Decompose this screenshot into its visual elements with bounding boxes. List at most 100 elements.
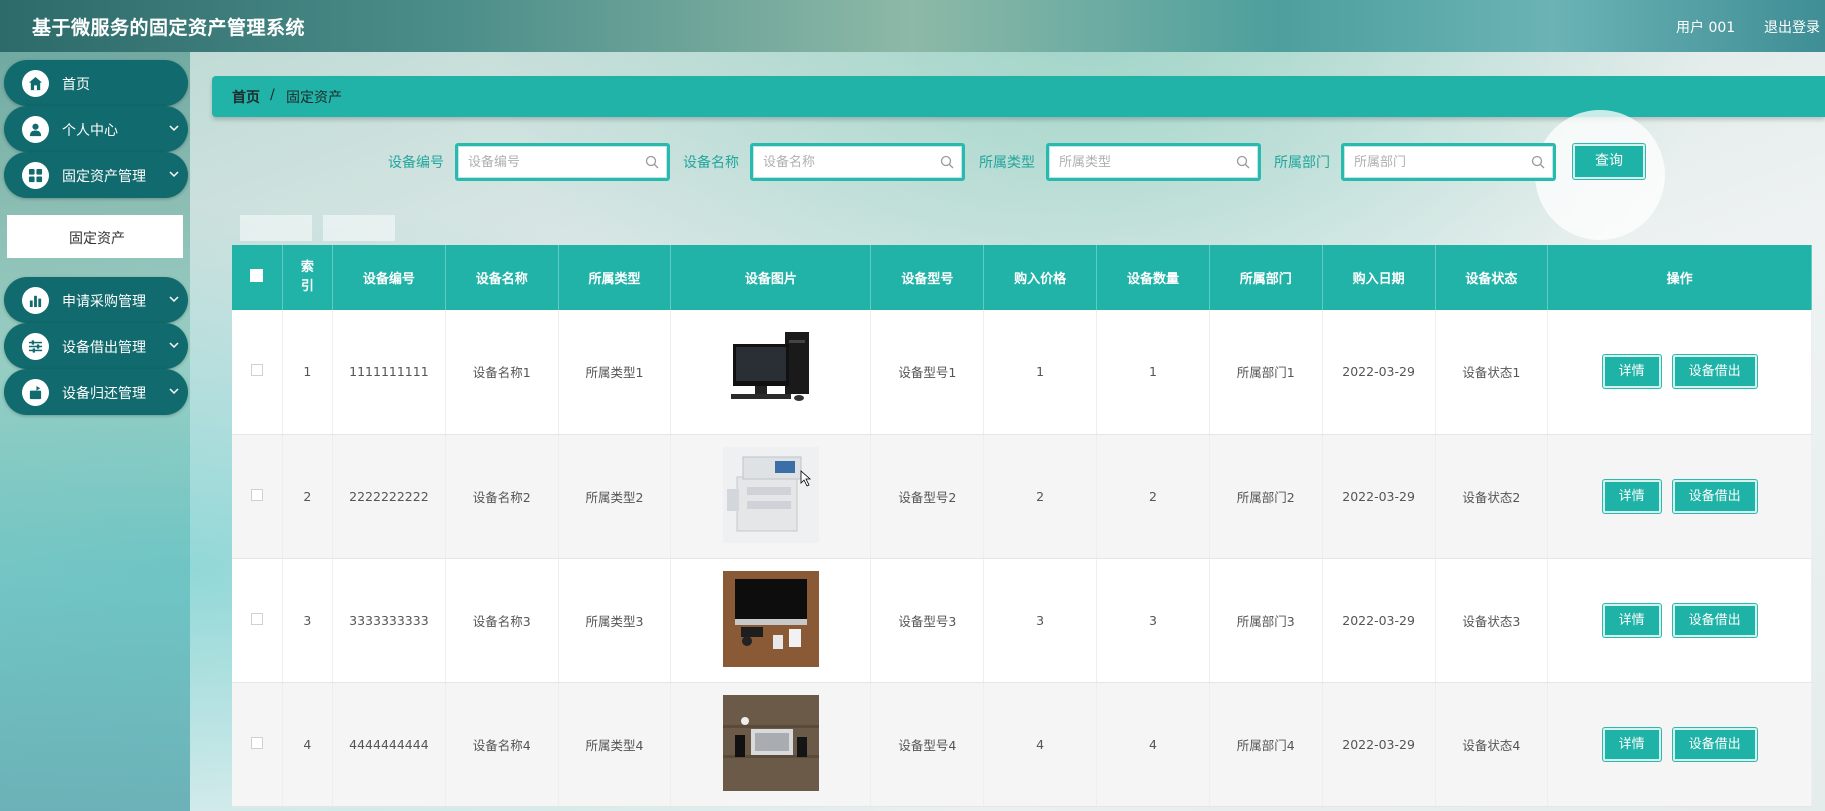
- sliders-icon: [22, 333, 49, 360]
- copier-machine-image: [722, 446, 819, 543]
- bar-chart-icon: [22, 287, 49, 314]
- cell-image: [670, 434, 872, 559]
- breadcrumb-home[interactable]: 首页: [232, 87, 260, 107]
- cell-index: 2: [282, 434, 334, 559]
- logout-link[interactable]: 退出登录: [1764, 17, 1820, 37]
- decorative-block: [240, 215, 312, 241]
- search-field-type[interactable]: [1046, 143, 1261, 181]
- sidebar-item-asset-management[interactable]: 固定资产管理: [4, 152, 188, 198]
- cell-date: 2022-03-29: [1322, 558, 1436, 683]
- return-icon: [22, 379, 49, 406]
- cell-image: [670, 310, 872, 435]
- borrow-button[interactable]: 设备借出: [1672, 727, 1757, 761]
- cell-price: 4: [983, 682, 1098, 807]
- row-select-cell[interactable]: [232, 434, 283, 559]
- search-input-dept[interactable]: [1354, 153, 1524, 171]
- app-title: 基于微服务的固定资产管理系统: [32, 17, 306, 39]
- query-button[interactable]: 查询: [1573, 144, 1645, 179]
- detail-button[interactable]: 详情: [1602, 727, 1661, 761]
- row-checkbox[interactable]: [250, 488, 263, 501]
- sidebar-item-purchase[interactable]: 申请采购管理: [4, 277, 188, 323]
- cell-index: 4: [282, 682, 334, 807]
- detail-button[interactable]: 详情: [1602, 479, 1661, 513]
- cell-model: 设备型号3: [870, 558, 985, 683]
- current-user: 用户 001: [1676, 20, 1736, 36]
- borrow-button[interactable]: 设备借出: [1672, 479, 1757, 513]
- search-label-type: 所属类型: [979, 155, 1035, 171]
- sidebar-item-label: 固定资产管理: [62, 169, 146, 185]
- breadcrumb-separator: /: [270, 87, 275, 103]
- table-row: 4 4444444444 设备名称4 所属类型4 设备型号4 4 4 所属部门4…: [232, 682, 1812, 807]
- cell-qty: 4: [1096, 682, 1210, 807]
- detail-button[interactable]: 详情: [1602, 355, 1661, 389]
- cell-actions: 详情 设备借出: [1547, 310, 1812, 435]
- home-icon: [22, 70, 49, 97]
- sidebar-item-lending[interactable]: 设备借出管理: [4, 323, 188, 369]
- column-header: 设备图片: [670, 245, 872, 310]
- sidebar-item-return[interactable]: 设备归还管理: [4, 369, 188, 415]
- column-header: 设备名称: [445, 245, 559, 310]
- row-checkbox[interactable]: [250, 612, 263, 625]
- cell-status: 设备状态3: [1435, 558, 1549, 683]
- cell-price: 1: [983, 310, 1098, 435]
- user-icon: [22, 116, 49, 143]
- column-header: 设备编号: [332, 245, 446, 310]
- search-input-name[interactable]: [763, 153, 933, 171]
- column-header: 购入价格: [983, 245, 1098, 310]
- cell-dept: 所属部门4: [1209, 682, 1323, 807]
- cell-qty: 2: [1096, 434, 1210, 559]
- borrow-button[interactable]: 设备借出: [1672, 603, 1757, 637]
- sidebar-item-personal[interactable]: 个人中心: [4, 106, 188, 152]
- column-header: 设备数量: [1096, 245, 1210, 310]
- sidebar-item-label: 申请采购管理: [62, 294, 146, 310]
- search-field-dept[interactable]: [1341, 143, 1556, 181]
- row-checkbox[interactable]: [250, 736, 263, 749]
- cell-index: 1: [282, 310, 334, 435]
- select-all-header[interactable]: [232, 245, 283, 310]
- cell-status: 设备状态4: [1435, 682, 1549, 807]
- cell-model: 设备型号4: [870, 682, 985, 807]
- cell-price: 2: [983, 434, 1098, 559]
- detail-button[interactable]: 详情: [1602, 603, 1661, 637]
- cell-name: 设备名称2: [445, 434, 559, 559]
- column-header: 所属类型: [558, 245, 672, 310]
- chevron-down-icon: [169, 388, 179, 395]
- row-select-cell[interactable]: [232, 682, 283, 807]
- cell-actions: 详情 设备借出: [1547, 682, 1812, 807]
- search-icon: [645, 155, 659, 169]
- cell-status: 设备状态2: [1435, 434, 1549, 559]
- row-checkbox[interactable]: [250, 364, 263, 377]
- cell-dept: 所属部门3: [1209, 558, 1323, 683]
- cell-index: 3: [282, 558, 334, 683]
- sidebar-item-home[interactable]: 首页: [4, 60, 188, 106]
- search-field-name[interactable]: [750, 143, 965, 181]
- cell-model: 设备型号2: [870, 434, 985, 559]
- cell-type: 所属类型4: [558, 682, 672, 807]
- cell-image: [670, 682, 872, 807]
- search-icon: [1236, 155, 1250, 169]
- search-icon: [940, 155, 954, 169]
- cell-code: 3333333333: [332, 558, 446, 683]
- table-row: 3 3333333333 设备名称3 所属类型3 设备型号3 3 3 所属部门3…: [232, 558, 1812, 683]
- chevron-down-icon: [169, 342, 179, 349]
- cell-actions: 详情 设备借出: [1547, 558, 1812, 683]
- search-input-type[interactable]: [1059, 153, 1229, 171]
- borrow-button[interactable]: 设备借出: [1672, 355, 1757, 389]
- row-select-cell[interactable]: [232, 558, 283, 683]
- chevron-down-icon: [169, 125, 179, 132]
- cell-type: 所属类型2: [558, 434, 672, 559]
- sidebar-subitem-fixed-assets[interactable]: 固定资产: [7, 215, 183, 258]
- cell-type: 所属类型1: [558, 310, 672, 435]
- row-select-cell[interactable]: [232, 310, 283, 435]
- cell-status: 设备状态1: [1435, 310, 1549, 435]
- cell-name: 设备名称4: [445, 682, 559, 807]
- column-header: 所属部门: [1209, 245, 1323, 310]
- search-label-code: 设备编号: [388, 155, 444, 171]
- table-row: 2 2222222222 设备名称2 所属类型2 设备型号2 2 2 所属部门2…: [232, 434, 1812, 559]
- cell-dept: 所属部门2: [1209, 434, 1323, 559]
- select-all-checkbox[interactable]: [250, 269, 264, 282]
- search-input-code[interactable]: [468, 153, 638, 171]
- cell-name: 设备名称3: [445, 558, 559, 683]
- sidebar-item-label: 设备借出管理: [62, 340, 146, 356]
- search-field-code[interactable]: [455, 143, 670, 181]
